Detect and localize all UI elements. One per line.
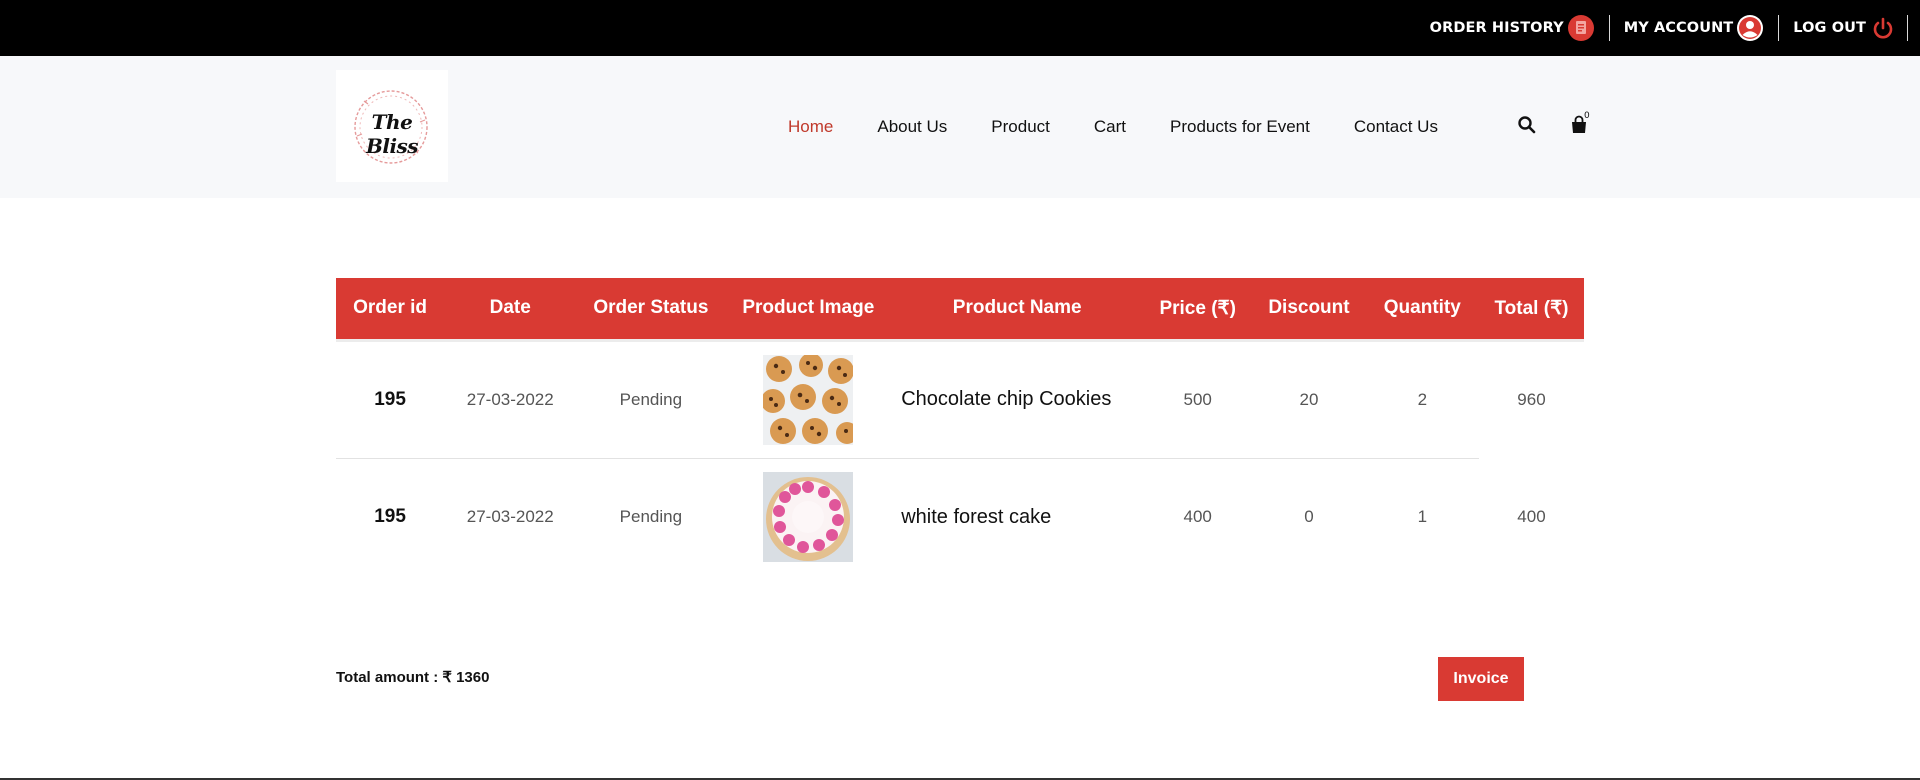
product-name-cell: white forest cake <box>901 505 1052 528</box>
user-icon <box>1737 15 1764 41</box>
date-cell: 27-03-2022 <box>466 507 554 527</box>
image-cell <box>725 458 891 576</box>
nav-home[interactable]: Home <box>788 117 833 137</box>
order-history-table: Order id Date Order Status Product Image… <box>336 278 1584 576</box>
search-icon[interactable] <box>1517 115 1537 135</box>
nav-contact-us[interactable]: Contact Us <box>1354 117 1438 137</box>
logo-text: The Bliss <box>365 110 419 158</box>
column-header: Total (₹) <box>1478 278 1584 342</box>
column-header: Product Name <box>891 278 1144 342</box>
discount-cell: 0 <box>1304 507 1314 527</box>
main-nav: Home About Us Product Cart Products for … <box>766 56 1460 198</box>
date-cell: 27-03-2022 <box>444 340 577 459</box>
quantity-cell: 1 <box>1417 507 1428 527</box>
nav-about-us[interactable]: About Us <box>877 117 947 137</box>
total-cell: 400 <box>1517 507 1546 526</box>
column-header: Discount <box>1252 278 1366 342</box>
order-history-label: ORDER HISTORY <box>1429 20 1564 36</box>
table-row: 195 27-03-2022 Pending white forest cake <box>336 458 1584 576</box>
order-id-cell: 195 <box>374 506 406 528</box>
pink-rose-cake-image[interactable] <box>763 472 854 563</box>
column-header: Order Status <box>576 278 726 342</box>
status-cell: Pending <box>619 507 683 527</box>
status-cell: Pending <box>576 340 726 459</box>
account-links: ORDER HISTORY MY ACCOUNT LOG OUT <box>1416 0 1908 56</box>
product-name-cell: Chocolate chip Cookies <box>891 340 1144 459</box>
price-cell: 400 <box>1183 507 1212 527</box>
quantity-cell: 2 <box>1365 340 1479 459</box>
order-history-icon <box>1567 15 1594 41</box>
my-account-label: MY ACCOUNT <box>1623 20 1734 36</box>
column-header: Date <box>444 278 577 342</box>
discount-cell: 20 <box>1252 340 1366 459</box>
order-history-link[interactable]: ORDER HISTORY <box>1416 15 1610 41</box>
total-cell: 960 <box>1517 389 1546 409</box>
column-header: Price (₹) <box>1143 278 1253 342</box>
my-account-link[interactable]: MY ACCOUNT <box>1610 15 1780 41</box>
invoice-button[interactable]: Invoice <box>1438 657 1524 701</box>
total-amount: Total amount : ₹ 1360 <box>336 669 490 686</box>
column-header: Product Image <box>725 278 892 342</box>
column-header: Quantity <box>1365 278 1479 342</box>
image-cell <box>725 340 892 459</box>
order-id-cell: 195 <box>336 340 445 459</box>
column-header: Order id <box>336 278 445 342</box>
cart-count-badge: 0 <box>1584 111 1590 121</box>
power-icon <box>1873 17 1893 39</box>
log-out-link[interactable]: LOG OUT <box>1779 15 1908 41</box>
log-out-label: LOG OUT <box>1793 20 1866 36</box>
top-bar: ORDER HISTORY MY ACCOUNT LOG OUT <box>0 0 1920 56</box>
site-header: The Bliss Home About Us Product Cart Pro… <box>0 56 1920 198</box>
cookies-image[interactable] <box>763 354 854 445</box>
nav-products-for-event[interactable]: Products for Event <box>1170 117 1310 137</box>
site-logo[interactable]: The Bliss <box>336 70 448 182</box>
table-header-row: Order id Date Order Status Product Image… <box>336 278 1584 342</box>
nav-product[interactable]: Product <box>991 117 1050 137</box>
table-row: 195 27-03-2022 Pending Chocolate chip Co… <box>336 340 1584 459</box>
price-cell: 500 <box>1143 340 1253 459</box>
nav-cart[interactable]: Cart <box>1094 117 1126 137</box>
